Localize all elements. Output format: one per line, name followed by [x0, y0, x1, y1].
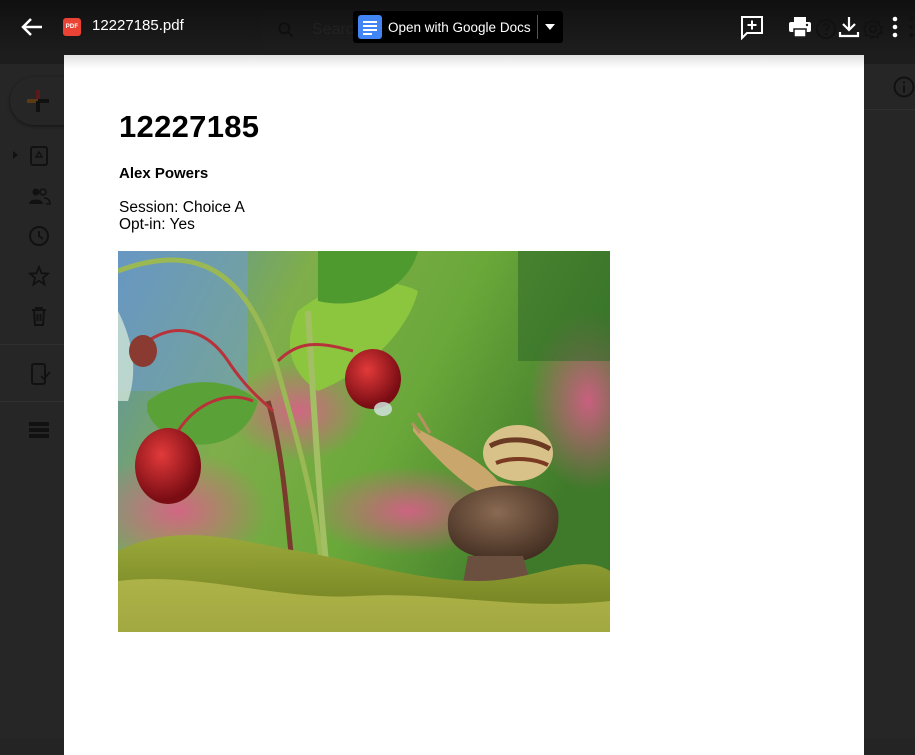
trash-icon — [32, 307, 46, 326]
starred-icon — [27, 264, 51, 287]
shared-with-me-icon — [29, 188, 51, 205]
expand-arrow-icon — [13, 151, 18, 159]
drive-more-icon — [909, 17, 913, 37]
back-arrow-icon[interactable] — [18, 13, 46, 41]
download-icon[interactable] — [836, 14, 862, 40]
recent-icon — [29, 226, 49, 246]
print-icon[interactable] — [787, 14, 813, 40]
drive-details-panel-dimmed — [864, 64, 915, 738]
document-photo — [118, 251, 610, 632]
device-check-icon — [31, 363, 51, 385]
open-with-dropdown-arrow-icon[interactable] — [545, 24, 555, 30]
plus-icon — [27, 90, 49, 112]
document-title: 12227185 — [119, 109, 260, 144]
google-docs-icon — [358, 15, 382, 39]
settings-icon[interactable] — [862, 18, 884, 40]
open-with-google-docs-button[interactable]: Open with Google Docs — [353, 11, 563, 43]
pdf-page: 12227185 Alex Powers Session: Choice A O… — [64, 55, 864, 755]
info-icon — [893, 76, 915, 98]
sidebar-divider — [0, 344, 64, 345]
snail-strawberry-photo — [118, 251, 610, 632]
help-icon[interactable] — [815, 18, 837, 40]
sidebar-divider — [0, 401, 64, 402]
pdf-file-icon: PDF — [63, 18, 81, 36]
open-with-label: Open with Google Docs — [388, 19, 531, 35]
details-divider — [864, 109, 915, 110]
storage-icon — [29, 422, 49, 438]
optin-line: Opt-in: Yes — [119, 216, 195, 233]
file-name: 12227185.pdf — [92, 17, 184, 34]
my-drive-icon — [30, 146, 48, 166]
document-author-name: Alex Powers — [119, 165, 209, 182]
more-actions-icon[interactable] — [887, 14, 903, 40]
session-line: Session: Choice A — [119, 199, 245, 216]
add-comment-icon[interactable] — [739, 14, 765, 40]
